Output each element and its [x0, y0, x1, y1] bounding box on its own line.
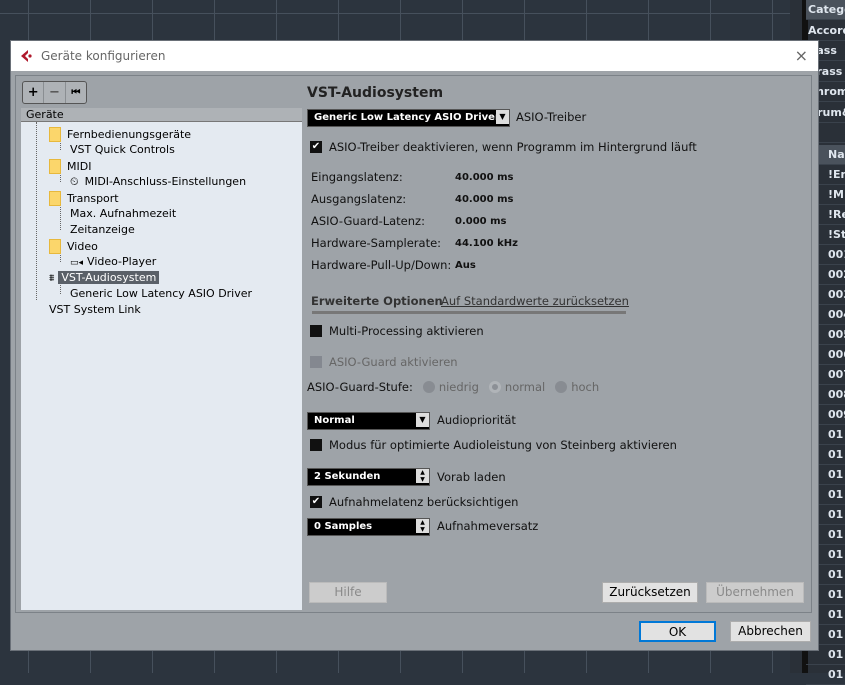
asioguard-label: ASIO-Guard aktivieren [329, 355, 458, 369]
reset-device-button[interactable]: ⏮ [66, 82, 86, 103]
info-label: Hardware-Samplerate: [311, 236, 442, 250]
reset-defaults-link[interactable]: Auf Standardwerte zurücksetzen [441, 294, 629, 308]
guard-level-row: ASIO-Guard-Stufe: niedrig normal hoch [307, 380, 600, 394]
tree-item-system-link[interactable]: VST System Link [49, 303, 141, 317]
reset-button[interactable]: Zurücksetzen [602, 582, 698, 603]
cancel-button[interactable]: Abbrechen [730, 621, 811, 642]
info-value: 0.000 ms [455, 216, 507, 227]
chevron-down-icon: ▼ [496, 110, 509, 124]
multiprocessing-label: Multi-Processing aktivieren [329, 324, 484, 338]
info-value: Aus [455, 260, 476, 271]
preload-stepper[interactable]: 2 Sekunden ▲ ▼ [307, 468, 430, 486]
midi-port-icon: ⏲ [70, 175, 79, 188]
sidebar-row[interactable]: Categor [806, 0, 845, 20]
remove-device-button[interactable]: − [44, 82, 66, 103]
info-label: Hardware-Pull-Up/Down: [311, 258, 452, 272]
sidebar-row[interactable]: Accordi [806, 21, 845, 41]
advanced-options-tab[interactable]: Erweiterte Optionen [311, 294, 443, 308]
video-camera-icon: ▭◂ [70, 258, 84, 268]
multiprocessing-checkbox[interactable] [310, 325, 322, 337]
asio-driver-dropdown[interactable]: Generic Low Latency ASIO Driver ▼ [307, 109, 510, 127]
grid-line [0, 13, 800, 14]
chevron-down-icon: ▼ [416, 413, 429, 427]
steinberg-mode-label: Modus für optimierte Audioleistung von S… [329, 438, 677, 452]
record-offset-stepper[interactable]: 0 Samples ▲ ▼ [307, 518, 430, 536]
tree-item-asio-driver[interactable]: Generic Low Latency ASIO Driver [70, 287, 252, 301]
audio-priority-dropdown[interactable]: Normal ▼ [307, 412, 430, 430]
sidebar-row[interactable]: 01 [806, 665, 845, 685]
tree-item-midi-ports[interactable]: ⏲ MIDI-Anschluss-Einstellungen [70, 175, 246, 189]
tree-item-midi[interactable]: MIDI [49, 159, 91, 174]
dialog-content: + − ⏮ Geräte Fernbedienungsgeräte VST Qu… [15, 75, 812, 613]
radio-niedrig[interactable] [422, 381, 435, 393]
preload-label: Vorab laden [437, 470, 506, 484]
tree-item-video-player[interactable]: ▭◂ Video-Player [70, 255, 156, 270]
asio-driver-label: ASIO-Treiber [516, 110, 587, 124]
tree-item-transport[interactable]: Transport [49, 191, 119, 206]
folder-icon [49, 127, 61, 142]
tab-underline [312, 311, 626, 314]
apply-button[interactable]: Übernehmen [706, 582, 804, 603]
folder-icon [49, 239, 61, 254]
ok-button[interactable]: OK [639, 621, 716, 642]
rec-latency-checkbox[interactable]: ✔ [310, 496, 322, 508]
deactivate-label: ASIO-Treiber deaktivieren, wenn Programm… [329, 140, 697, 154]
stepper-arrows-icon: ▲ ▼ [416, 519, 429, 533]
record-offset-label: Aufnahmeversatz [437, 519, 539, 533]
info-value: 40.000 ms [455, 172, 514, 183]
tree-toolbar: + − ⏮ [22, 81, 87, 104]
radio-normal[interactable] [488, 381, 501, 393]
folder-icon [49, 191, 61, 206]
tree-item-quick-controls[interactable]: VST Quick Controls [70, 143, 175, 157]
folder-icon [49, 159, 61, 174]
asioguard-checkbox[interactable] [310, 356, 322, 368]
device-setup-dialog: Geräte konfigurieren × + − ⏮ Geräte Fern… [10, 40, 819, 651]
info-label: ASIO-Guard-Latenz: [311, 214, 425, 228]
add-device-button[interactable]: + [23, 82, 45, 103]
cubase-logo-icon [21, 50, 32, 62]
tree-item-max-rec-time[interactable]: Max. Aufnahmezeit [70, 207, 176, 221]
close-icon[interactable]: × [795, 46, 808, 65]
waveform-icon: ⩩ [49, 273, 55, 284]
info-value: 44.100 kHz [455, 238, 518, 249]
info-label: Ausgangslatenz: [311, 192, 407, 206]
tree-item-remote[interactable]: Fernbedienungsgeräte [49, 127, 191, 142]
tree-item-vst-audiosystem[interactable]: ⩩ VST-Audiosystem [49, 271, 160, 286]
info-label: Eingangslatenz: [311, 170, 403, 184]
tree-header: Geräte [21, 108, 302, 122]
dialog-titlebar: Geräte konfigurieren × [11, 41, 818, 71]
rec-latency-label: Aufnahmelatenz berücksichtigen [329, 495, 519, 509]
stepper-arrows-icon: ▲ ▼ [416, 469, 429, 483]
tree-item-video[interactable]: Video [49, 239, 98, 254]
deactivate-checkbox[interactable]: ✔ [310, 141, 322, 153]
audio-priority-label: Audiopriorität [437, 413, 516, 427]
device-tree: Geräte Fernbedienungsgeräte VST Quick Co… [21, 108, 302, 610]
steinberg-mode-checkbox[interactable] [310, 439, 322, 451]
info-value: 40.000 ms [455, 194, 514, 205]
tree-item-time-display[interactable]: Zeitanzeige [70, 223, 135, 237]
radio-hoch[interactable] [555, 381, 568, 393]
panel-title: VST-Audiosystem [307, 85, 444, 101]
help-button[interactable]: Hilfe [309, 582, 387, 603]
dialog-title: Geräte konfigurieren [41, 49, 166, 63]
